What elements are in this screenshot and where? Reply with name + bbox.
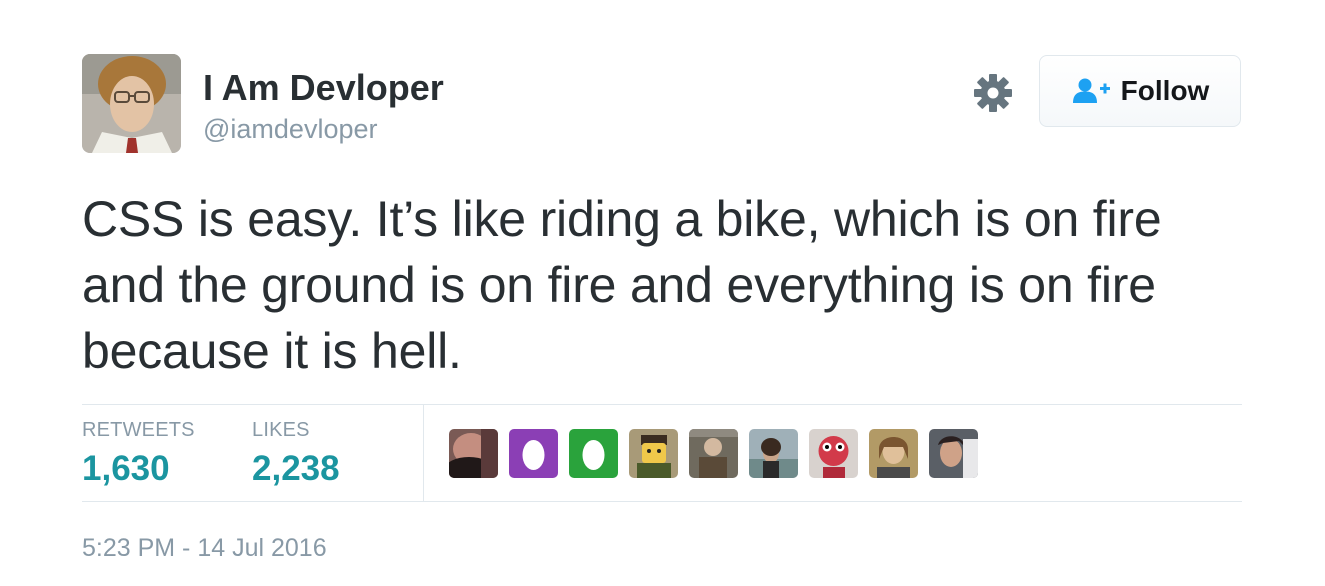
stats-top-divider [82, 404, 1242, 405]
retweets-stat[interactable]: RETWEETS 1,630 [82, 418, 195, 490]
liker-avatar[interactable] [449, 429, 498, 478]
retweets-label: RETWEETS [82, 419, 195, 441]
profile-photo-icon [82, 54, 181, 153]
follow-button-label: Follow [1120, 75, 1210, 106]
likes-stat[interactable]: LIKES 2,238 [252, 418, 340, 490]
display-name[interactable]: I Am Devloper [203, 66, 444, 110]
tweet-text-line: and the ground is on fire and everything… [82, 257, 1156, 313]
add-user-icon [1072, 78, 1110, 103]
liker-avatar[interactable] [869, 429, 918, 478]
liker-avatar[interactable] [509, 429, 558, 478]
tweet-text-line: CSS is easy. It’s like riding a bike, wh… [82, 191, 1162, 247]
follow-button[interactable]: Follow [1039, 55, 1241, 127]
liker-avatar[interactable] [809, 429, 858, 478]
tweet-text-line: because it is hell. [82, 323, 462, 379]
likes-count: 2,238 [252, 449, 340, 488]
tweet-timestamp[interactable]: 5:23 PM - 14 Jul 2016 [82, 533, 327, 563]
tweet-text: CSS is easy. It’s like riding a bike, wh… [82, 186, 1257, 384]
profile-avatar[interactable] [82, 54, 181, 153]
liker-avatar[interactable] [689, 429, 738, 478]
stats-separator [423, 405, 424, 501]
liker-avatar[interactable] [569, 429, 618, 478]
stats-bottom-divider [82, 501, 1242, 502]
gear-icon[interactable] [972, 72, 1014, 114]
liker-avatar[interactable] [629, 429, 678, 478]
likes-label: LIKES [252, 419, 310, 441]
user-handle[interactable]: @iamdevloper [203, 112, 378, 146]
liker-avatar[interactable] [929, 429, 978, 478]
liker-avatars [449, 429, 978, 478]
retweets-count: 1,630 [82, 449, 170, 488]
liker-avatar[interactable] [749, 429, 798, 478]
